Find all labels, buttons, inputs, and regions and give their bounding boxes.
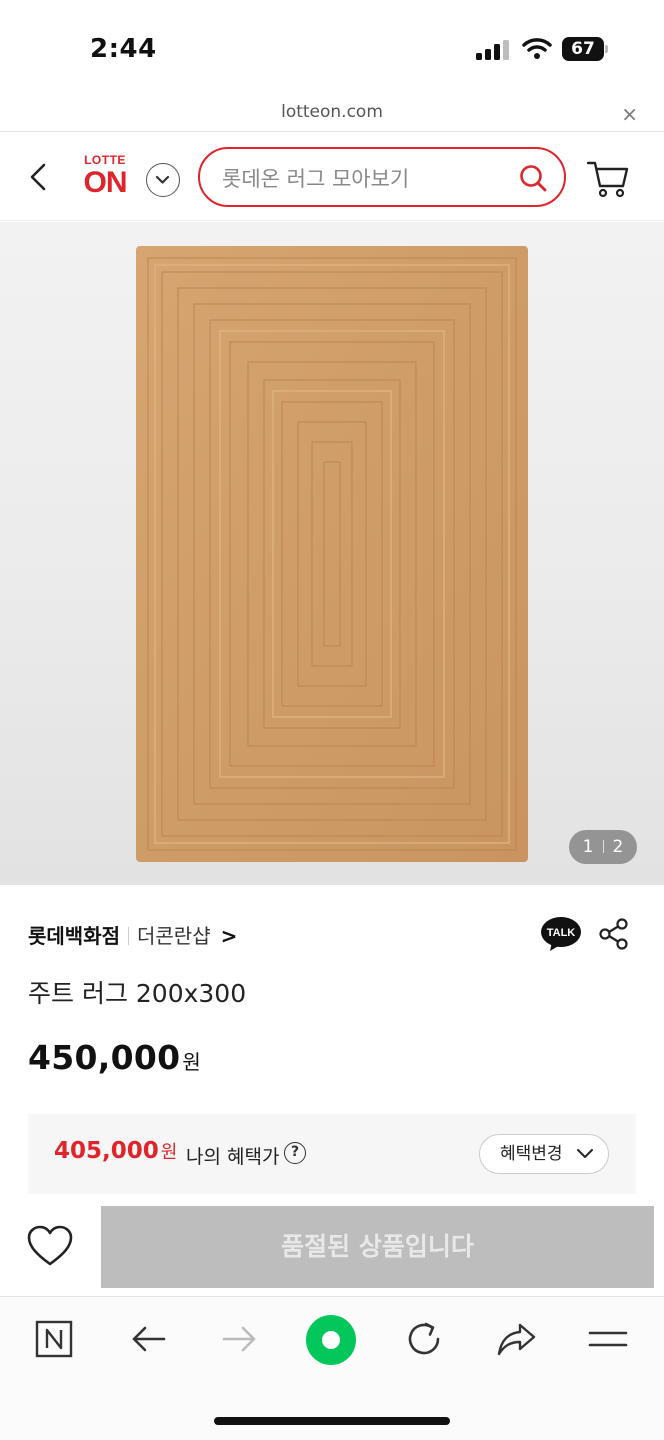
search-placeholder: 롯데온 러그 모아보기 [222,167,410,191]
talk-chat-icon[interactable]: TALK [540,916,582,952]
chevron-down-icon [155,175,170,184]
menu-icon[interactable] [586,1317,630,1361]
benefit-currency: 원 [160,1142,178,1163]
help-icon[interactable]: ? [284,1142,306,1164]
chevron-down-icon [577,1149,593,1158]
arrow-right-icon [222,1326,256,1352]
close-icon[interactable]: × [621,102,638,126]
product-price: 450,000 [28,1038,181,1077]
url-text[interactable]: lotteon.com [0,102,664,122]
home-indicator [214,1417,450,1425]
benefit-label: 나의 혜택가 [186,1146,280,1168]
naver-green-dot-icon[interactable] [304,1313,358,1367]
arrow-left-icon[interactable] [126,1317,170,1361]
search-input[interactable]: 롯데온 러그 모아보기 [198,147,566,207]
heart-icon[interactable] [26,1224,74,1268]
battery-level: 67 [562,37,604,61]
cellular-signal-icon [476,40,509,60]
refresh-icon[interactable] [402,1317,446,1361]
total-pages: 2 [612,837,624,857]
benefit-price-box: 405,000 원 나의 혜택가 ? 혜택변경 [28,1114,636,1194]
search-icon[interactable] [518,163,548,193]
naver-n-icon[interactable] [32,1317,76,1361]
mall-menu-toggle[interactable] [146,163,180,197]
logo-main-text: ON [83,166,128,199]
share-arrow-icon[interactable] [494,1317,538,1361]
product-title: 주트 러그 200x300 [28,979,247,1008]
benefit-price-value: 405,000 [54,1138,159,1164]
image-page-indicator: 12 [569,830,637,864]
browser-url-bar[interactable]: lotteon.com × [0,96,664,132]
talk-label: TALK [547,927,576,939]
benefit-price: 405,000 원 [54,1138,177,1164]
wifi-icon [522,38,552,59]
product-image-gallery[interactable]: 12 [0,222,664,885]
jute-rug-image [136,246,528,862]
status-bar: 2:44 67 [0,0,664,96]
shop-name[interactable]: 더콘란샵 [137,924,211,948]
seller-name[interactable]: 롯데백화점 [28,924,120,948]
browser-toolbar [0,1296,664,1440]
chevron-right-icon[interactable]: > [221,924,238,948]
price-row: 450,000 원 [28,1038,201,1077]
back-button[interactable] [24,159,54,195]
status-time: 2:44 [90,34,157,64]
seller-row[interactable]: 롯데백화점 더콘란샵 > [28,920,237,949]
lotte-on-logo[interactable]: LOTTE ON [78,153,132,203]
purchase-bar: 품절된 상품입니다 [0,1206,664,1288]
cart-icon[interactable] [586,159,630,199]
soldout-button[interactable]: 품절된 상품입니다 [101,1206,654,1288]
price-currency: 원 [182,1050,201,1074]
site-header: LOTTE ON 롯데온 러그 모아보기 [0,133,664,221]
share-icon[interactable] [598,918,630,950]
change-benefit-button[interactable]: 혜택변경 [479,1134,609,1174]
change-benefit-label: 혜택변경 [500,1144,563,1164]
current-page: 1 [582,837,594,857]
battery-icon: 67 [562,37,608,61]
logo-top-text: LOTTE [84,153,126,167]
